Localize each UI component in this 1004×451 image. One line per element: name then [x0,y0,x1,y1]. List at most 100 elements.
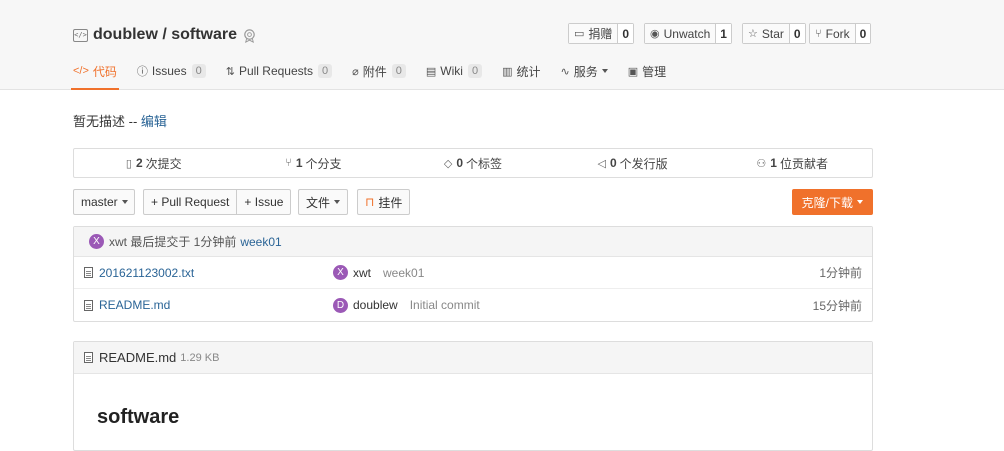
commit-time: 1分钟前 [819,266,862,280]
commit-author[interactable]: xwt [353,266,371,280]
stat-tags[interactable]: ◇ 0 个标签 [393,149,553,177]
tab-manage-label: 管理 [642,64,667,79]
edit-description-link[interactable]: 编辑 [141,114,167,129]
stat-commits-num: 2 [135,156,143,170]
chevron-down-icon [121,200,128,204]
branch-select[interactable]: master [73,189,135,215]
avatar[interactable]: X [333,265,348,280]
action-unwatch[interactable]: ◉ Unwatch 1 [644,23,732,44]
action-star[interactable]: ☆ Star 0 [742,23,806,44]
tab-service[interactable]: ∿ 服务 [561,60,608,82]
commit-message[interactable]: week01 [383,266,424,280]
tab-wiki-count: 0 [467,64,483,78]
file-icon [84,299,93,311]
release-icon: ◁ [597,157,606,170]
stat-releases-num: 0 [609,156,617,170]
stat-tags-label: 个标签 [466,156,503,171]
tab-attachments-count: 0 [391,64,406,78]
tab-issues-count: 0 [191,64,206,78]
recommend-badge-icon [244,28,255,43]
action-fork[interactable]: ⑂ Fork 0 [809,23,872,44]
last-commit-bar: X xwt 最后提交于 1分钟前 week01 [74,227,872,257]
repo-title: </> doublew / software [73,24,257,46]
stat-commits[interactable]: ▯ 2 次提交 [74,149,234,177]
repo-tabs: </> 代码 ⓘ Issues 0 ⇅ Pull Requests 0 ⌀ 附件… [71,60,686,90]
stat-commits-label: 次提交 [145,156,182,171]
tag-icon: ◇ [443,157,453,170]
avatar[interactable]: D [333,297,348,313]
stat-branches-label: 个分支 [305,156,342,171]
widget-button[interactable]: ⊓ 挂件 [357,189,411,215]
file-menu-button[interactable]: 文件 [298,189,349,215]
chevron-down-icon [857,200,863,204]
stat-contributors-num: 1 [770,156,777,170]
commit-author[interactable]: doublew [353,298,398,312]
chevron-down-icon [334,200,341,204]
tab-pull-requests-label: Pull Requests [238,64,313,78]
file-name: README.md [99,298,171,312]
file-name: 201621123002.txt [99,265,195,280]
attachment-icon: ⌀ [352,65,359,78]
repo-header: </> doublew / software ▭ 捐赠 0 ◉ Unwatch 1 ☆ S… [0,0,1004,90]
star-count: 0 [788,24,805,43]
tab-manage[interactable]: ▣ 管理 [628,60,666,82]
settings-icon: ▣ [627,65,639,78]
readme-filename[interactable]: README.md [99,350,176,365]
readme-panel: README.md 1.29 KB software [73,341,873,451]
new-pr-issue-group: + Pull Request + Issue [143,189,292,215]
widget-label: 挂件 [378,195,403,210]
new-issue-button[interactable]: + Issue [236,190,290,214]
tab-stats[interactable]: ▥ 统计 [502,60,540,82]
fork-label: Fork [825,26,850,41]
commit-message[interactable]: Initial commit [410,298,480,312]
tab-pull-requests[interactable]: ⇅ Pull Requests 0 [226,60,333,82]
star-label: Star [761,26,784,41]
tab-wiki-label: Wiki [440,64,463,78]
file-icon [84,352,93,363]
new-pull-request-button[interactable]: + Pull Request [144,190,236,214]
branch-select-label: master [81,195,118,209]
stat-tags-num: 0 [456,156,464,170]
file-link[interactable]: 201621123002.txt [84,266,194,280]
service-icon: ∿ [560,65,570,78]
repo-code-icon: </> [73,28,88,42]
avatar[interactable]: X [89,234,104,249]
tab-code-label: 代码 [92,64,117,79]
last-commit-text: xwt 最后提交于 1分钟前 [109,235,237,249]
file-commit-info: D doublew Initial commit [333,297,480,313]
file-icon [84,267,93,278]
repo-stats-bar: ▯ 2 次提交 ⑂ 1 个分支 ◇ 0 个标签 ◁ 0 个发行版 ⚇ 1 位贡献者 [73,148,873,178]
donate-label: 捐赠 [588,27,613,41]
tab-code[interactable]: </> 代码 [71,60,119,90]
stat-releases-label: 个发行版 [619,156,668,171]
repo-description: 暂无描述 -- 编辑 [73,111,167,130]
tab-issues[interactable]: ⓘ Issues 0 [137,60,206,82]
bookmark-icon: ⊓ [365,195,375,209]
file-link[interactable]: README.md [84,298,170,312]
stat-contributors[interactable]: ⚇ 1 位贡献者 [712,149,872,177]
file-commit-info: X xwt week01 [333,265,424,280]
contributor-icon: ⚇ [756,157,767,170]
tab-attachments-label: 附件 [362,64,387,79]
tab-attachments[interactable]: ⌀ 附件 0 [352,60,406,82]
stat-releases[interactable]: ◁ 0 个发行版 [553,149,713,177]
tab-stats-label: 统计 [516,64,541,79]
donate-count: 0 [617,24,634,43]
tab-pull-requests-count: 0 [318,64,333,78]
readme-size: 1.29 KB [180,351,220,364]
file-list: X xwt 最后提交于 1分钟前 week01 201621123002.txt… [73,226,873,322]
commit-time: 15分钟前 [812,298,862,313]
fork-icon: ⑂ [815,27,822,40]
stat-branches[interactable]: ⑂ 1 个分支 [234,149,394,177]
issue-icon: ⓘ [136,66,148,78]
clone-download-button[interactable]: 克隆/下载 [791,189,873,215]
tab-issues-label: Issues [151,64,187,78]
stats-icon: ▥ [502,65,513,78]
unwatch-count: 1 [715,24,731,43]
repo-toolbar: master + Pull Request + Issue 文件 ⊓ 挂件 克隆/… [73,189,873,215]
code-icon: </> [73,65,89,77]
action-donate[interactable]: ▭ 捐赠 0 [568,23,635,44]
tab-wiki[interactable]: ▤ Wiki 0 [426,60,483,82]
last-commit-message-link[interactable]: week01 [240,235,281,249]
repo-name[interactable]: doublew / software [93,26,237,44]
